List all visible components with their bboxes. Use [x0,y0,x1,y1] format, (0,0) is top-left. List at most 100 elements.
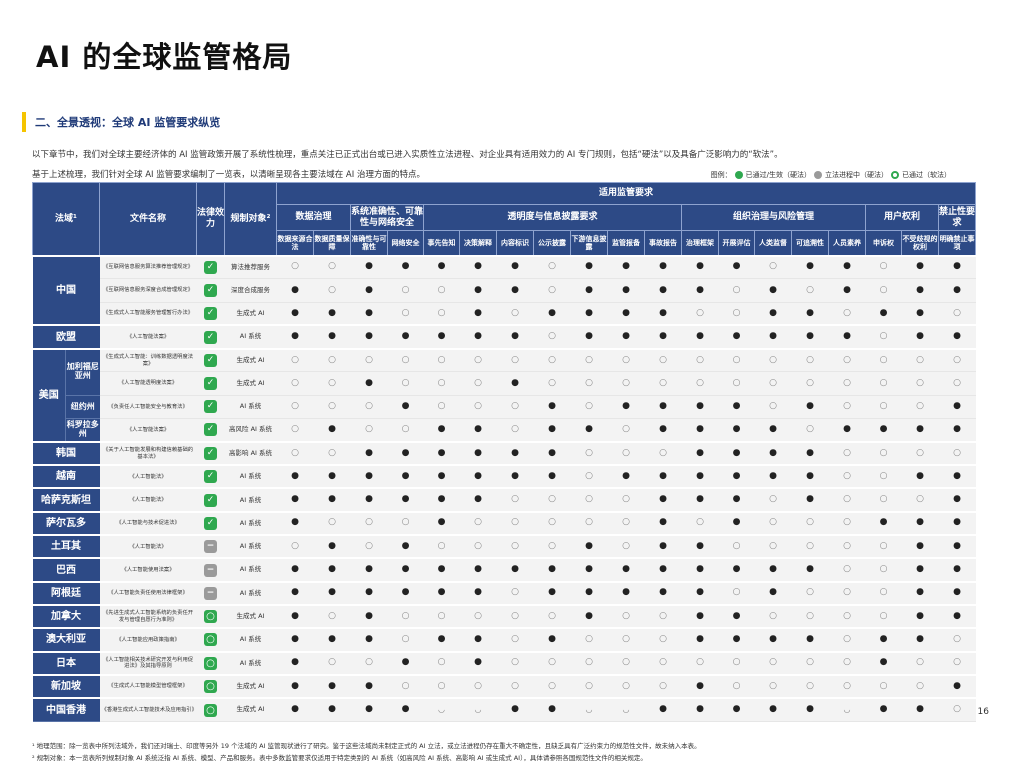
scope: 生成式 AI [224,302,277,326]
requirement-no: ○ [350,347,388,373]
requirement-yes: ● [313,627,351,653]
requirement-yes: ● [459,627,497,653]
requirement-yes: ● [423,580,460,606]
requirement-yes: ● [533,557,571,583]
document-name: 《人工智能法案》 [99,324,197,350]
header-effect: 法律效力 [196,182,226,256]
requirement-yes: ● [644,464,682,489]
requirement-no: ○ [459,371,497,396]
requirement-yes: ● [276,278,314,303]
legal-effect: ✓ [196,302,225,326]
requirement-yes: ● [681,464,719,489]
requirement-yes: ● [276,697,314,722]
column-header: 治理框架 [681,230,720,256]
requirement-no: ○ [459,347,497,373]
requirement-no: ○ [533,650,571,676]
requirement-no: ○ [901,440,939,466]
requirement-no: ○ [313,510,351,536]
soft-circle-icon: ○ [204,679,218,693]
requirement-no: ○ [865,371,902,396]
legend-soft: 已通过（软法） [902,171,951,179]
scope: 生成式 AI [224,603,277,629]
requirement-yes: ● [791,324,829,350]
header-applicable: 适用监管要求 [276,182,977,205]
page-title: AI 的全球监管格局 [36,40,293,74]
requirement-no: ○ [350,534,388,559]
requirement-yes: ● [754,580,792,606]
requirement-no: ○ [607,510,645,536]
column-header: 事故报告 [644,230,683,256]
requirement-no: ○ [901,650,939,676]
legal-effect: − [196,580,225,606]
legal-effect: − [196,534,225,559]
requirement-no: ○ [570,627,608,653]
requirement-no: ○ [865,324,902,350]
requirement-yes: ● [276,580,314,606]
requirement-no: ○ [865,254,902,280]
legal-effect: ✓ [196,487,225,513]
requirement-yes: ● [865,627,902,653]
requirement-yes: ● [387,580,424,606]
requirement-no: ○ [828,580,866,606]
requirement-yes: ● [938,395,976,420]
table-row: 哈萨克斯坦 《人工智能法》 ✓ AI 系统 ● ● ● ● ● ● ○ ○ ○ ○ ● ● ● ○ ● ○ ○ ○ ● [32,487,976,513]
requirement-no: ○ [607,487,645,513]
column-header: 公示披露 [533,230,572,256]
requirement-yes: ● [496,371,534,396]
requirement-no: ○ [828,440,866,466]
requirement-no: ○ [901,487,939,513]
requirement-no: ○ [423,650,460,676]
column-header: 事先告知 [423,230,461,256]
requirement-no: ○ [423,302,460,326]
jurisdiction-cell: 日本 [32,650,100,676]
requirement-yes: ● [276,302,314,326]
requirement-yes: ● [681,534,719,559]
requirement-no: ○ [828,510,866,536]
legal-effect: ○ [196,603,225,629]
requirement-no: ○ [459,603,497,629]
requirement-no: ○ [938,440,976,466]
document-name: 《香港生成式人工智能技术及应用指引》 [99,697,197,722]
requirement-no: ○ [423,603,460,629]
legal-effect: ✓ [196,278,225,303]
requirement-yes: ● [938,487,976,513]
requirement-no: ○ [718,347,755,373]
legal-effect: ✓ [196,418,225,443]
requirement-yes: ● [828,324,866,350]
jurisdiction-cell: 美国 [32,347,66,443]
requirement-no: ○ [644,347,682,373]
requirement-yes: ● [350,697,388,722]
requirement-yes: ● [570,324,608,350]
requirement-yes: ● [754,627,792,653]
requirement-no: ○ [496,487,534,513]
passed-check-icon: ✓ [204,400,218,414]
document-name: 《互联网信息服务算法推荐管理规定》 [99,254,197,280]
column-header: 人员素养 [828,230,867,256]
requirement-yes: ● [828,278,866,303]
requirement-no: ○ [754,254,792,280]
requirement-soft: ◡ [423,697,460,722]
requirement-no: ○ [533,254,571,280]
requirement-yes: ● [459,464,497,489]
header-doc: 文件名称 [99,182,198,256]
requirement-no: ○ [718,371,755,396]
requirement-no: ○ [754,603,792,629]
requirement-no: ○ [387,510,424,536]
requirement-no: ○ [313,603,351,629]
requirement-yes: ● [754,418,792,443]
requirement-no: ○ [828,395,866,420]
requirement-yes: ● [533,418,571,443]
header-scope: 规制对象² [224,182,278,256]
requirement-yes: ● [791,697,829,722]
scope: 高影响 AI 系统 [224,440,277,466]
requirement-no: ○ [313,278,351,303]
requirement-yes: ● [901,302,939,326]
requirement-yes: ● [754,697,792,722]
requirement-yes: ● [570,418,608,443]
requirement-yes: ● [533,440,571,466]
requirement-yes: ● [459,278,497,303]
requirement-yes: ● [938,673,976,699]
requirement-no: ○ [828,673,866,699]
requirement-yes: ● [644,254,682,280]
requirement-no: ○ [681,302,719,326]
